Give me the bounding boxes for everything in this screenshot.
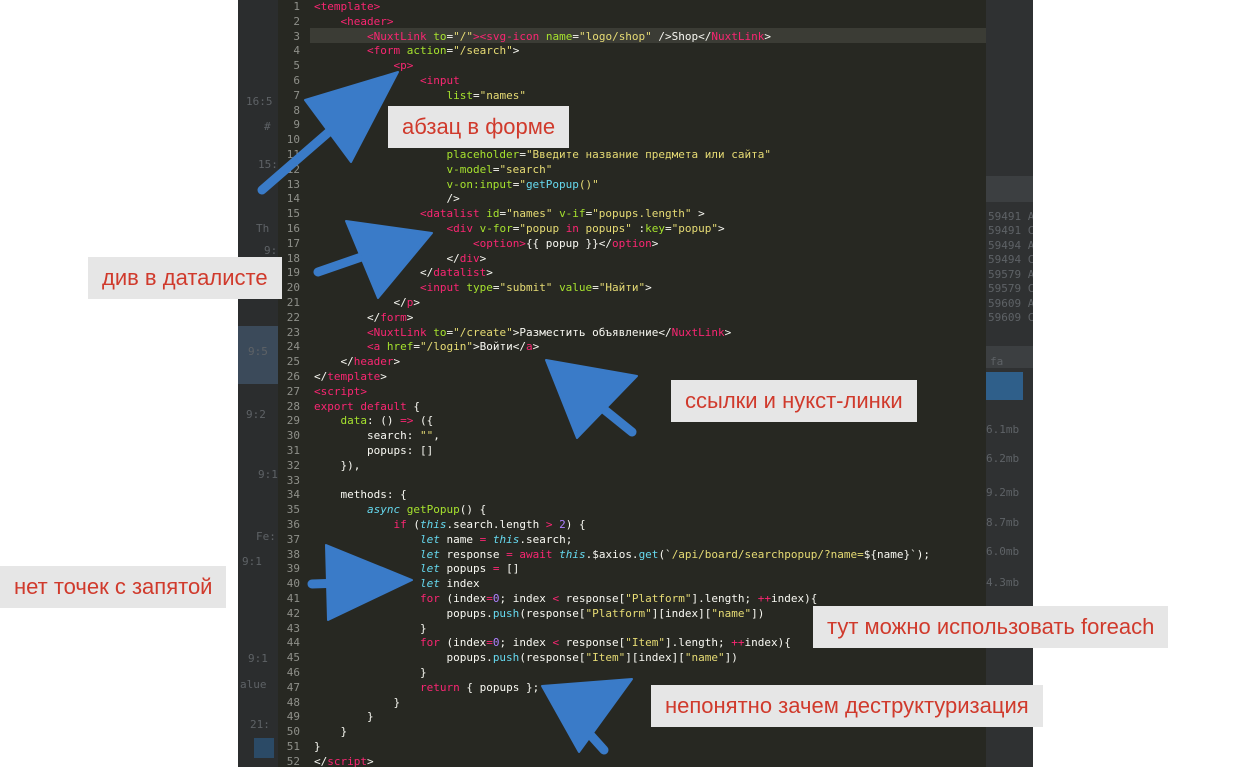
arrow-paragraph-in-form <box>257 71 399 195</box>
annotation-links-and-nuxtlinks: ссылки и нукст-линки <box>671 380 917 422</box>
annotation-no-semicolons: нет точек с запятой <box>0 566 227 608</box>
annotation-arrows <box>257 71 638 755</box>
annotation-destructuring-unclear: непонятно зачем деструктуризация <box>651 685 1043 727</box>
annotation-paragraph-in-form: абзац в форме <box>388 106 570 148</box>
arrow-div-in-datalist <box>313 220 433 299</box>
arrow-links <box>545 359 638 439</box>
arrow-no-semicolons <box>307 544 413 621</box>
annotation-div-in-datalist: див в даталисте <box>88 257 282 299</box>
annotation-can-use-foreach: тут можно использовать foreach <box>813 606 1169 648</box>
arrow-destructuring <box>541 678 633 755</box>
